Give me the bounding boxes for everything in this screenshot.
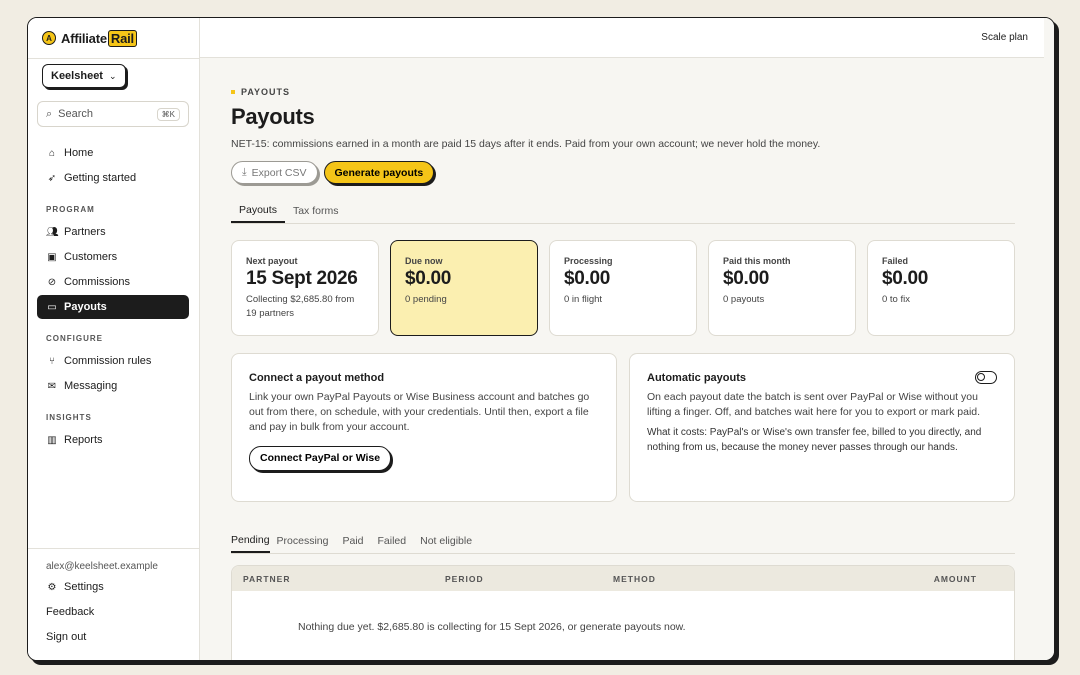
contact-card-icon: ▣	[47, 251, 57, 263]
accent-dot	[231, 90, 235, 94]
table-header: PARTNER PERIOD METHOD AMOUNT	[232, 566, 1014, 591]
connect-payout-card: Connect a payout method Link your own Pa…	[231, 353, 617, 502]
search-label: Search	[58, 108, 94, 120]
sidebar-footer: alex@keelsheet.example ⚙ Settings Feedbac…	[28, 548, 199, 650]
nav-program: PROGRAM 👥︎ Partners ▣ Customers ⊘ Commissio…	[37, 198, 189, 320]
stats-row: Next payout 15 Sept 2026 Collecting $2,6…	[231, 240, 1015, 336]
sidebar-item-payouts[interactable]: ▭ Payouts	[37, 295, 189, 319]
sidebar-item-reports[interactable]: ▥ Reports	[37, 428, 189, 452]
section-heading-program: PROGRAM	[46, 205, 95, 214]
sidebar-item-partners[interactable]: 👥︎ Partners	[37, 220, 189, 244]
stat-next-payout: Next payout 15 Sept 2026 Collecting $2,6…	[231, 240, 379, 336]
page-tabs: Payouts Tax forms	[231, 198, 1015, 224]
stat-paid-this-month: Paid this month $0.00 0 payouts	[708, 240, 856, 336]
payouts-table: PARTNER PERIOD METHOD AMOUNT Nothing due…	[231, 565, 1015, 660]
section-heading-configure: CONFIGURE	[46, 334, 103, 343]
column-amount[interactable]: AMOUNT	[934, 574, 977, 584]
table-empty-state: Nothing due yet. $2,685.80 is collecting…	[298, 621, 686, 633]
cards-row: Connect a payout method Link your own Pa…	[231, 353, 1015, 502]
gear-icon: ⚙	[47, 581, 57, 593]
auto-card-title: Automatic payouts	[647, 372, 747, 384]
sidebar-item-settings[interactable]: ⚙ Settings	[37, 575, 190, 599]
topbar: Scale plan	[200, 18, 1044, 58]
tab-payouts[interactable]: Payouts	[231, 198, 285, 223]
payout-status-tabs: Pending Processing Paid Failed Not eligi…	[231, 528, 1015, 554]
search-icon: ⌕	[46, 107, 53, 120]
toggle-knob	[977, 373, 985, 381]
auto-card-body: On each payout date the batch is sent ov…	[647, 391, 981, 419]
brand-logo[interactable]: A Affiliate Rail	[28, 18, 199, 59]
rocket-icon: ➶	[47, 172, 57, 184]
page-title: Payouts	[231, 104, 315, 129]
column-method[interactable]: METHOD	[613, 574, 656, 584]
sidebar-item-sign-out[interactable]: Sign out	[37, 625, 190, 649]
sidebar-item-commissions[interactable]: ⊘ Commissions	[37, 270, 189, 294]
account-email: alex@keelsheet.example	[46, 560, 158, 572]
column-period[interactable]: PERIOD	[445, 574, 484, 584]
logo-icon: A	[42, 31, 56, 45]
branch-icon: ⑂	[49, 355, 55, 367]
stat-processing: Processing $0.00 0 in flight	[549, 240, 697, 336]
tab-paid[interactable]: Paid	[343, 528, 371, 553]
sidebar-item-getting-started[interactable]: ➶ Getting started	[37, 166, 189, 190]
plan-link[interactable]: Scale plan	[981, 32, 1028, 43]
sidebar-item-customers[interactable]: ▣ Customers	[37, 245, 189, 269]
auto-card-cost: What it costs: PayPal's or Wise's own tr…	[647, 427, 982, 453]
home-icon: ⌂	[48, 147, 56, 159]
download-icon: ⤓	[242, 166, 247, 178]
sidebar-item-feedback[interactable]: Feedback	[37, 600, 190, 624]
brand-name: Affiliate Rail	[61, 29, 137, 47]
sidebar-item-commission-rules[interactable]: ⑂ Commission rules	[37, 349, 189, 373]
generate-payouts-button[interactable]: Generate payouts	[323, 161, 435, 184]
page-subtitle: NET-15: commissions earned in a month ar…	[231, 138, 821, 150]
tab-processing[interactable]: Processing	[277, 528, 336, 553]
automatic-payouts-toggle[interactable]	[975, 371, 997, 384]
tab-tax-forms[interactable]: Tax forms	[285, 198, 347, 223]
search-shortcut: ⌘K	[156, 107, 180, 121]
tab-pending[interactable]: Pending	[231, 528, 270, 553]
connect-paypal-wise-button[interactable]: Connect PayPal or Wise	[249, 445, 392, 471]
mail-icon: ✉	[47, 380, 57, 392]
column-partner[interactable]: PARTNER	[243, 574, 290, 584]
search-input[interactable]: ⌕ Search ⌘K	[37, 101, 189, 127]
sidebar-item-messaging[interactable]: ✉ Messaging	[37, 374, 189, 398]
stat-failed: Failed $0.00 0 to fix	[867, 240, 1015, 336]
nav-insights: INSIGHTS ▥ Reports	[37, 406, 189, 453]
tab-not-eligible[interactable]: Not eligible	[420, 528, 479, 553]
connect-card-title: Connect a payout method	[249, 372, 385, 384]
section-heading-insights: INSIGHTS	[46, 413, 92, 422]
nav-configure: CONFIGURE ⑂ Commission rules ✉ Messaging	[37, 327, 189, 399]
workspace-switcher[interactable]: Keelsheet ⌄	[42, 64, 126, 88]
percent-icon: ⊘	[47, 276, 57, 288]
bar-chart-icon: ▥	[47, 434, 57, 446]
export-csv-button[interactable]: ⤓ Export CSV	[231, 161, 318, 184]
page-actions: ⤓ Export CSV Generate payouts	[231, 161, 1015, 184]
app-window: A Affiliate Rail Keelsheet ⌄ ⌕ Search ⌘K …	[27, 17, 1055, 661]
sidebar: A Affiliate Rail Keelsheet ⌄ ⌕ Search ⌘K …	[28, 18, 200, 660]
connect-card-body: Link your own PayPal Payouts or Wise Bus…	[249, 391, 590, 434]
page-content: PAYOUTS Payouts NET-15: commissions earn…	[231, 58, 1015, 660]
workspace-name: Keelsheet	[51, 70, 103, 82]
automatic-payouts-card: Automatic payouts On each payout date th…	[629, 353, 1015, 502]
tab-failed[interactable]: Failed	[378, 528, 414, 553]
page-eyebrow: PAYOUTS	[231, 87, 1015, 97]
main-area: Scale plan PAYOUTS Payouts NET-15: commi…	[200, 18, 1054, 660]
users-icon: 👥︎	[46, 226, 59, 238]
chevron-down-icon: ⌄	[108, 70, 117, 81]
nav-top: ⌂ Home ➶ Getting started	[37, 141, 189, 191]
stat-due-now: Due now $0.00 0 pending	[390, 240, 538, 336]
payout-icon: ▭	[47, 301, 57, 313]
sidebar-item-home[interactable]: ⌂ Home	[37, 141, 189, 165]
